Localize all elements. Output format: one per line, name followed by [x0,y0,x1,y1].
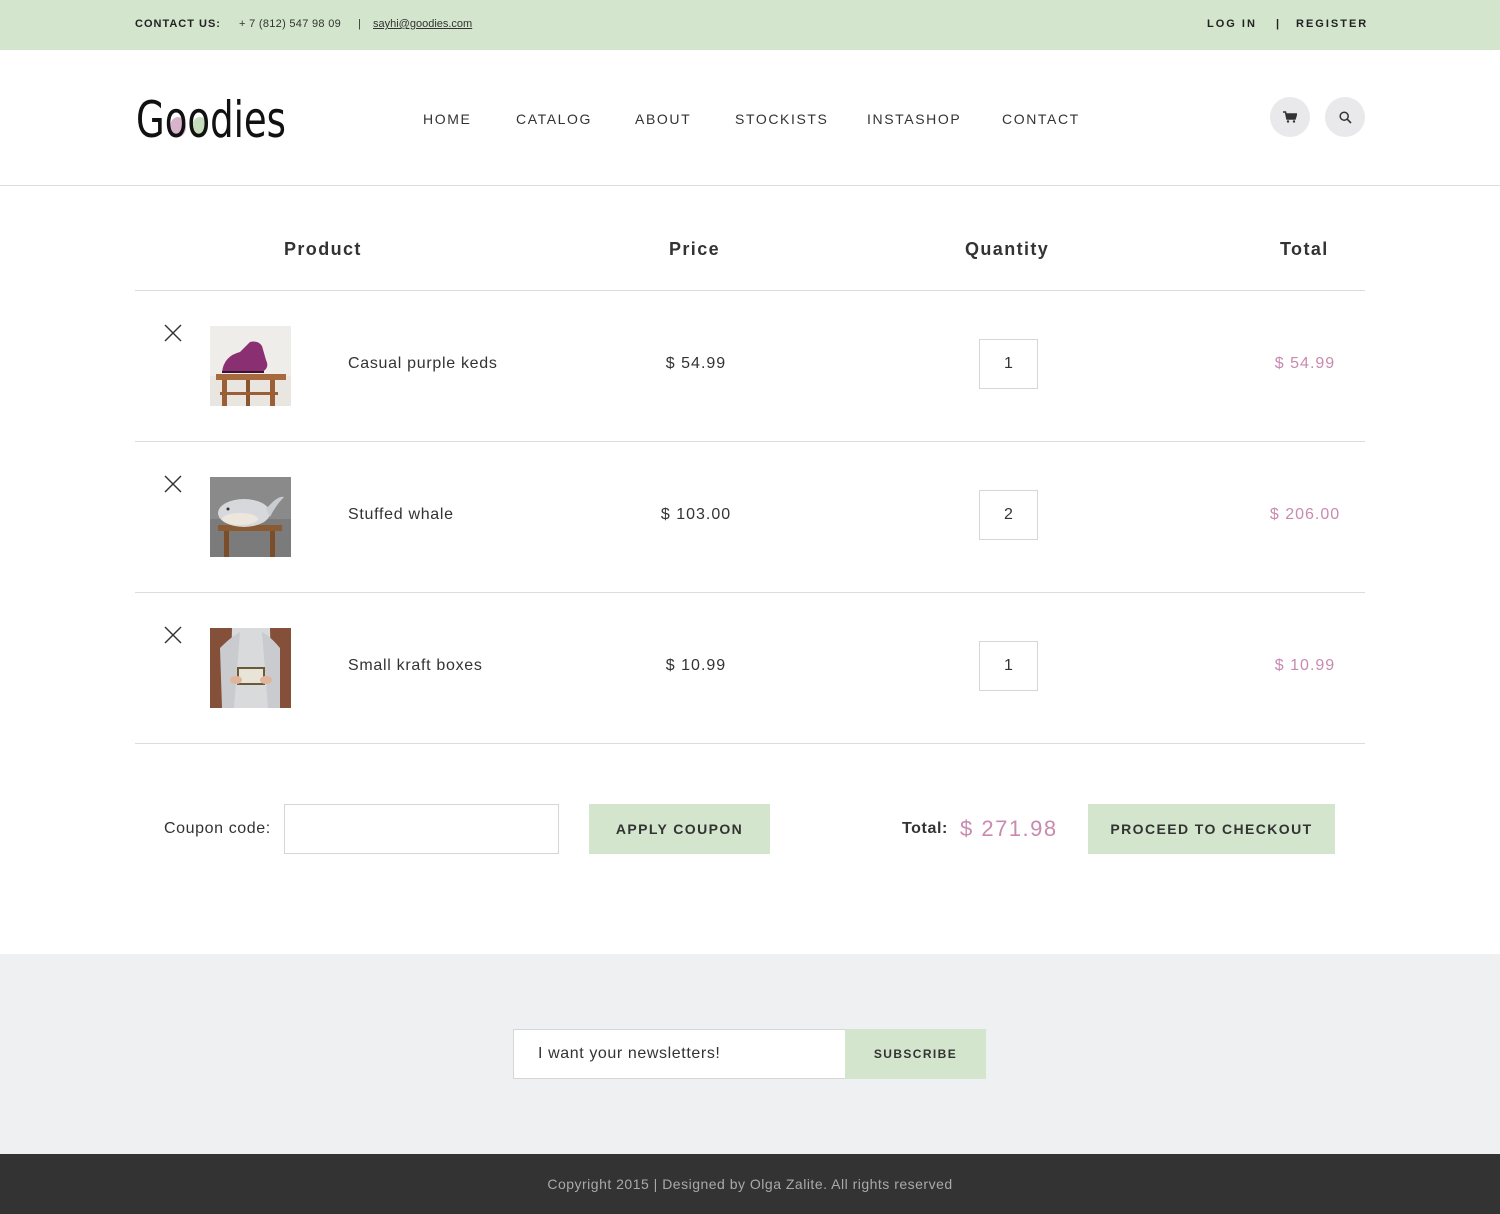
cart-total-value: $ 271.98 [960,816,1058,841]
column-header-price: Price [669,239,721,259]
close-icon [164,324,182,342]
top-bar: CONTACT US: + 7 (812) 547 98 09 | sayhi@… [0,0,1500,50]
close-icon [164,626,182,644]
line-total: $ 10.99 [1274,657,1336,674]
product-price: $ 54.99 [665,355,727,372]
auth-separator: | [1276,18,1280,30]
quantity-input[interactable] [979,641,1038,691]
proceed-to-checkout-button[interactable]: PROCEED TO CHECKOUT [1088,804,1335,854]
logo-text: Goodies [136,91,286,146]
divider [135,290,1365,291]
search-icon [1338,110,1352,124]
column-header-product: Product [284,239,362,259]
login-link[interactable]: LOG IN [1207,18,1257,30]
product-name[interactable]: Casual purple keds [348,355,498,373]
divider [135,441,1365,442]
site-footer: Copyright 2015 | Designed by Olga Zalite… [0,1154,1500,1214]
remove-item-button[interactable] [163,323,183,343]
copyright-text: Copyright 2015 | Designed by Olga Zalite… [547,1176,953,1192]
contact-phone: + 7 (812) 547 98 09 [239,18,342,30]
cart-button[interactable] [1270,97,1310,137]
column-header-quantity: Quantity [965,239,1050,259]
product-name[interactable]: Small kraft boxes [348,657,483,675]
product-price: $ 10.99 [665,657,727,674]
total-label: Total: [902,820,948,837]
coupon-label: Coupon code: [164,820,271,837]
contact-label: CONTACT US: [135,18,221,30]
goodies-logo[interactable]: Goodies [136,90,291,149]
nav-catalog[interactable]: CATALOG [516,111,592,127]
site-header: Goodies HOME CATALOG ABOUT STOCKISTS INS… [0,50,1500,186]
divider [135,592,1365,593]
nav-home[interactable]: HOME [423,111,471,127]
contact-separator: | [358,18,361,30]
product-thumbnail[interactable] [210,628,291,708]
divider [135,743,1365,744]
kraft-box-image [210,628,291,708]
column-header-total: Total [1280,239,1329,259]
quantity-input[interactable] [979,339,1038,389]
purple-shoe-image [210,326,291,406]
cart-icon [1283,111,1297,123]
nav-contact[interactable]: CONTACT [1002,111,1080,127]
product-price: $ 103.00 [660,506,732,523]
newsletter-section: SUBSCRIBE [0,954,1500,1154]
search-button[interactable] [1325,97,1365,137]
register-link[interactable]: REGISTER [1296,18,1368,30]
line-total: $ 54.99 [1274,355,1336,372]
product-thumbnail[interactable] [210,326,291,406]
product-name[interactable]: Stuffed whale [348,506,454,524]
stuffed-whale-image [210,477,291,557]
nav-stockists[interactable]: STOCKISTS [735,111,829,127]
nav-instashop[interactable]: INSTASHOP [867,111,961,127]
product-thumbnail[interactable] [210,477,291,557]
remove-item-button[interactable] [163,474,183,494]
line-total: $ 206.00 [1269,506,1341,523]
remove-item-button[interactable] [163,625,183,645]
contact-email-link[interactable]: sayhi@goodies.com [373,18,472,30]
newsletter-input[interactable] [513,1029,846,1079]
quantity-input[interactable] [979,490,1038,540]
apply-coupon-button[interactable]: APPLY COUPON [589,804,770,854]
coupon-input[interactable] [284,804,559,854]
subscribe-button[interactable]: SUBSCRIBE [845,1029,986,1079]
close-icon [164,475,182,493]
nav-about[interactable]: ABOUT [635,111,691,127]
